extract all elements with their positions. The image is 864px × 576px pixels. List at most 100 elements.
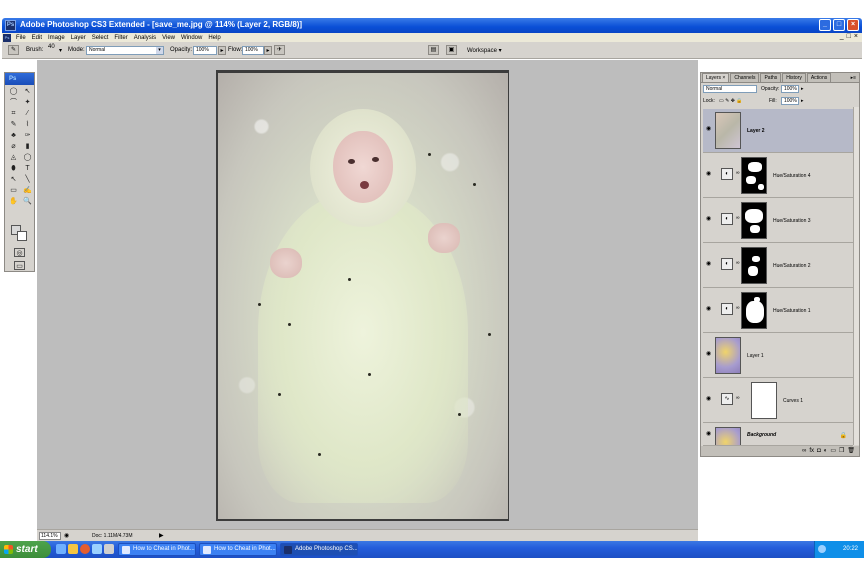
visibility-eye-icon[interactable]: ◉ [706, 351, 713, 357]
opacity-input[interactable]: 100% [193, 46, 217, 55]
screen-mode-icon[interactable]: ▭ [14, 261, 25, 270]
menu-edit[interactable]: Edit [29, 35, 45, 41]
quicklaunch-explorer-icon[interactable] [92, 544, 102, 554]
mode-dropdown-arrow-icon[interactable]: ▾ [156, 47, 163, 54]
quicklaunch-firefox-icon[interactable] [80, 544, 90, 554]
menu-help[interactable]: Help [205, 35, 223, 41]
visibility-eye-icon[interactable]: ◉ [706, 431, 713, 437]
brush-picker-arrow-icon[interactable]: ▾ [59, 47, 62, 54]
quick-mask-icon[interactable]: ◎ [14, 248, 25, 257]
layer-row-curves-1[interactable]: ◉ ∿ ∞ Curves 1 [703, 379, 853, 423]
mask-link-icon[interactable]: ∞ [736, 395, 740, 401]
layer-opacity-input[interactable]: 100% [781, 85, 799, 93]
tab-layers[interactable]: Layers × [702, 73, 730, 82]
gradient-tool-icon[interactable]: ▮ [22, 142, 33, 152]
new-adjustment-icon[interactable]: ◐ [824, 446, 828, 456]
layer-row-hue-saturation-3[interactable]: ◉ ◐ ∞ Hue/Saturation 3 [703, 199, 853, 243]
brush-size[interactable]: 40 [48, 44, 55, 50]
flow-input[interactable]: 100% [242, 46, 264, 55]
device-central-icon[interactable]: ▣ [446, 45, 457, 55]
type-tool-icon[interactable]: T [22, 164, 33, 174]
status-menu-arrow-icon[interactable]: ▶ [159, 532, 164, 539]
file-browser-icon[interactable]: ▤ [428, 45, 439, 55]
zoom-tool-icon[interactable]: 🔍 [22, 197, 33, 207]
layer-row-layer-1[interactable]: ◉ Layer 1 [703, 334, 853, 378]
lasso-tool-icon[interactable]: ⌒ [8, 98, 19, 108]
notes-tool-icon[interactable]: ▭ [8, 186, 19, 196]
layer-row-hue-saturation-1[interactable]: ◉ ◐ ∞ Hue/Saturation 1 [703, 289, 853, 333]
app-icon[interactable]: Ps [5, 20, 16, 31]
canvas-area[interactable] [37, 60, 698, 529]
maximize-button[interactable]: □ [833, 19, 845, 31]
minimize-button[interactable]: _ [819, 19, 831, 31]
move-tool-icon[interactable]: ↖ [22, 87, 33, 97]
network-icon[interactable] [818, 545, 826, 553]
visibility-eye-icon[interactable]: ◉ [706, 216, 713, 222]
clock[interactable]: 20:22 [843, 546, 858, 552]
quicklaunch-more-icon[interactable] [104, 544, 114, 554]
clone-stamp-tool-icon[interactable]: ♣ [8, 131, 19, 141]
layers-scrollbar[interactable] [853, 107, 859, 445]
visibility-eye-icon[interactable]: ◉ [706, 171, 713, 177]
layer-row-layer-2[interactable]: ◉ Layer 2 [703, 109, 853, 153]
tab-channels[interactable]: Channels [730, 73, 760, 82]
new-layer-icon[interactable]: ❐ [839, 446, 844, 456]
menu-view[interactable]: View [159, 35, 178, 41]
layer-opacity-arrow-icon[interactable]: ▸ [801, 86, 804, 92]
lock-icons[interactable]: ▭ ✎ ✥ 🔒 [719, 98, 743, 104]
history-brush-tool-icon[interactable]: ✑ [22, 131, 33, 141]
slice-tool-icon[interactable]: ⁄ [22, 109, 33, 119]
airbrush-icon[interactable]: ✈ [274, 45, 285, 55]
status-info-icon[interactable]: ◉ [64, 532, 69, 539]
brush-tool-icon[interactable]: ⌇ [22, 120, 33, 130]
fill-input[interactable]: 100% [781, 97, 799, 105]
taskbar-item-cheat-1[interactable]: How to Cheat in Phot... [118, 543, 196, 556]
doc-minimize-icon[interactable]: _ [840, 33, 844, 40]
link-layers-icon[interactable]: ∞ [802, 446, 806, 456]
tab-actions[interactable]: Actions [806, 73, 832, 82]
menu-layer[interactable]: Layer [68, 35, 89, 41]
taskbar-item-photoshop[interactable]: Adobe Photoshop CS... [280, 543, 358, 556]
tab-history[interactable]: History [782, 73, 806, 82]
start-button[interactable]: start [0, 541, 51, 558]
path-selection-tool-icon[interactable]: ↖ [8, 175, 19, 185]
background-color-swatch[interactable] [17, 231, 27, 241]
menu-window[interactable]: Window [178, 35, 205, 41]
document-canvas[interactable] [218, 73, 508, 519]
mask-link-icon[interactable]: ∞ [736, 170, 740, 176]
blur-tool-icon[interactable]: ◬ [8, 153, 19, 163]
document-icon[interactable]: Ps [3, 33, 11, 42]
mask-link-icon[interactable]: ∞ [736, 260, 740, 266]
tab-paths[interactable]: Paths [760, 73, 782, 82]
eyedropper-tool-icon[interactable]: ✍ [22, 186, 33, 196]
menu-filter[interactable]: Filter [111, 35, 130, 41]
magic-wand-tool-icon[interactable]: ✦ [22, 98, 33, 108]
visibility-eye-icon[interactable]: ◉ [706, 261, 713, 267]
fill-arrow-icon[interactable]: ▸ [801, 98, 804, 104]
opacity-arrow-icon[interactable]: ▸ [218, 46, 226, 55]
crop-tool-icon[interactable]: ⌗ [8, 109, 19, 119]
quicklaunch-desktop-icon[interactable] [56, 544, 66, 554]
close-button[interactable]: × [847, 19, 859, 31]
visibility-eye-icon[interactable]: ◉ [706, 396, 713, 402]
healing-brush-tool-icon[interactable]: ✎ [8, 120, 19, 130]
menu-select[interactable]: Select [89, 35, 112, 41]
marquee-tool-icon[interactable]: ◯ [8, 87, 19, 97]
visibility-eye-icon[interactable]: ◉ [706, 306, 713, 312]
menu-file[interactable]: File [13, 35, 29, 41]
zoom-field[interactable]: 114.1% [39, 532, 61, 540]
layer-row-background[interactable]: ◉ Background 🔒 [703, 424, 853, 446]
flow-arrow-icon[interactable]: ▸ [264, 46, 272, 55]
doc-restore-icon[interactable]: □ [847, 33, 851, 40]
mask-link-icon[interactable]: ∞ [736, 305, 740, 311]
line-tool-icon[interactable]: ╲ [22, 175, 33, 185]
doc-close-icon[interactable]: × [854, 33, 858, 40]
layer-style-icon[interactable]: fx [809, 446, 814, 456]
brush-tool-preset-icon[interactable]: ✎ [8, 45, 19, 55]
delete-layer-icon[interactable]: 🗑 [847, 446, 855, 456]
layer-row-hue-saturation-4[interactable]: ◉ ◐ ∞ Hue/Saturation 4 [703, 154, 853, 198]
layer-row-hue-saturation-2[interactable]: ◉ ◐ ∞ Hue/Saturation 2 [703, 244, 853, 288]
new-group-icon[interactable]: ▭ [830, 446, 836, 456]
workspace-menu[interactable]: Workspace ▾ [467, 47, 502, 54]
visibility-eye-icon[interactable]: ◉ [706, 126, 713, 132]
